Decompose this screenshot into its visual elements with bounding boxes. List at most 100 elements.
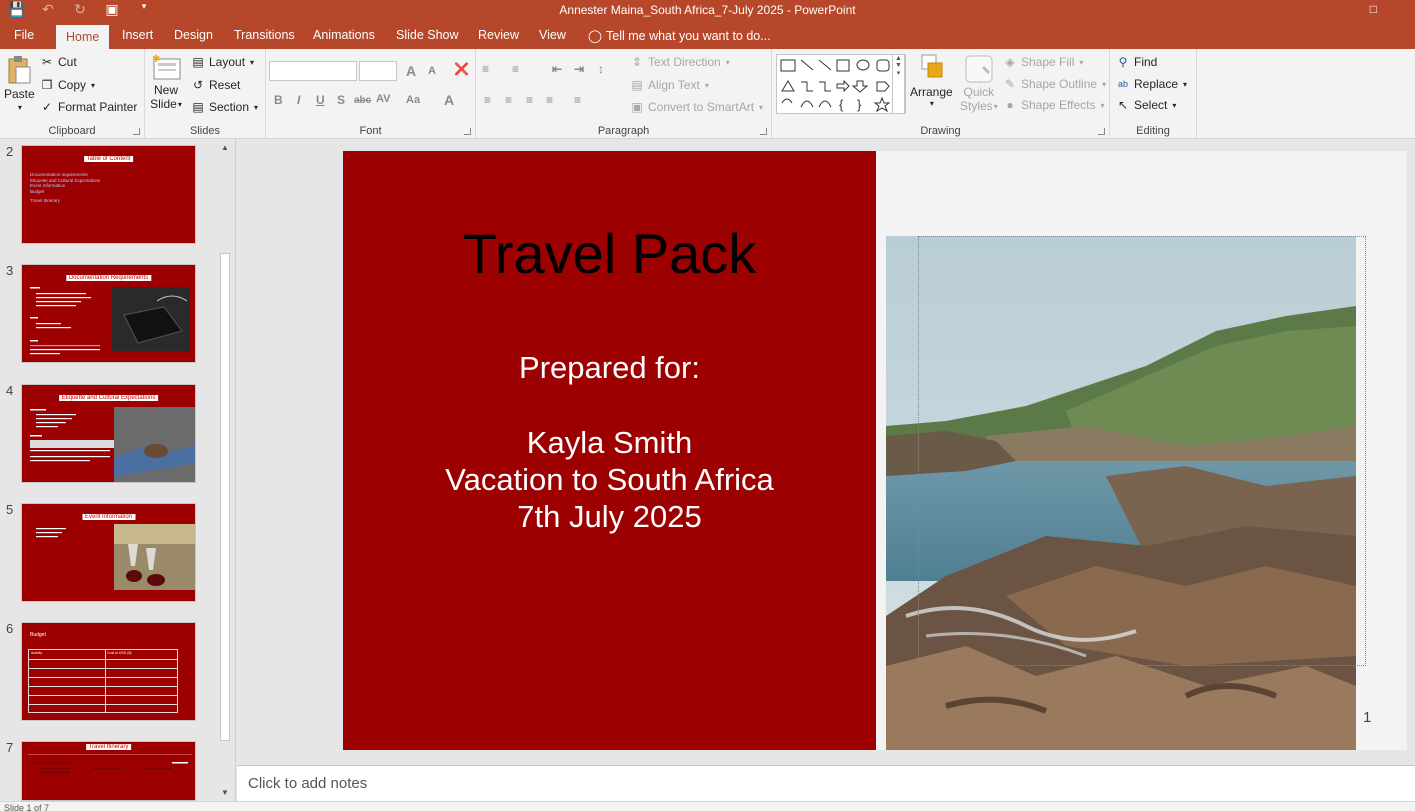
text-shadow-button[interactable]: S	[337, 93, 345, 107]
shape-fill-button[interactable]: ◈ Shape Fill ▾	[1003, 55, 1083, 69]
tab-file[interactable]: File	[14, 28, 34, 42]
copy-button[interactable]: ❐ Copy ▾	[40, 78, 95, 92]
align-left-icon[interactable]: ≡	[484, 93, 491, 107]
italic-button[interactable]: I	[297, 93, 300, 107]
columns-icon[interactable]: ≡	[574, 93, 581, 107]
font-color-button[interactable]: A	[444, 92, 454, 108]
thumbnail-photo-wine	[114, 524, 195, 590]
shapes-gallery-scroll[interactable]: ▲ ▼ ▾	[892, 54, 905, 114]
shape-effects-button[interactable]: ● Shape Effects ▾	[1003, 98, 1104, 112]
thumbnail-slide-4[interactable]: Etiquette and Cultural Expectations	[21, 384, 196, 483]
shape-outline-button[interactable]: ✎ Shape Outline ▾	[1003, 77, 1106, 91]
tab-home[interactable]: Home	[56, 25, 110, 49]
grow-font-button[interactable]: A	[406, 63, 416, 79]
reset-icon: ↺	[192, 78, 204, 92]
new-slide-dropdown-icon: ▾	[177, 99, 182, 109]
thumbnail-budget-table: Activity Cost in USD ($)	[28, 649, 178, 713]
section-dropdown-icon: ▾	[254, 102, 259, 112]
replace-button[interactable]: ab Replace ▾	[1116, 77, 1187, 91]
align-center-icon[interactable]: ≡	[505, 93, 512, 107]
thumbnail-title: Event Information	[81, 514, 136, 520]
font-size-input[interactable]	[359, 61, 397, 81]
select-dropdown-icon: ▾	[1172, 100, 1177, 110]
tab-slide-show[interactable]: Slide Show	[396, 28, 459, 42]
clipboard-launcher-icon[interactable]	[133, 128, 140, 135]
format-painter-button[interactable]: ✓ Format Painter	[40, 100, 137, 114]
thumbnail-slide-3[interactable]: Documentation Requirements	[21, 264, 196, 363]
scroll-down-icon[interactable]: ▼	[220, 788, 230, 798]
prepared-for-text[interactable]: Prepared for:	[343, 349, 876, 386]
thumbnail-toc-item: Travel Itinerary	[30, 198, 60, 203]
smartart-icon: ▣	[631, 100, 643, 114]
svg-text:}: }	[857, 97, 862, 112]
numbering-icon[interactable]: ≡	[512, 62, 519, 76]
shapes-gallery[interactable]: { }	[776, 54, 906, 114]
decrease-indent-icon[interactable]: ⇤	[552, 62, 562, 76]
tell-me-search[interactable]: ◯ Tell me what you want to do...	[588, 28, 771, 44]
tab-transitions[interactable]: Transitions	[234, 28, 295, 42]
recipient-name[interactable]: Kayla Smith	[343, 424, 876, 461]
scroll-up-icon[interactable]: ▲	[220, 143, 230, 153]
clipboard-group-label: Clipboard	[48, 125, 96, 137]
trip-description[interactable]: Vacation to South Africa	[343, 461, 876, 498]
thumbnail-slide-6[interactable]: Budget Activity Cost in USD ($)	[21, 622, 196, 721]
notes-placeholder: Click to add notes	[248, 775, 368, 792]
thumbnail-slide-5[interactable]: Event Information	[21, 503, 196, 602]
tab-design[interactable]: Design	[174, 28, 213, 42]
section-button[interactable]: ▤ Section ▾	[191, 100, 258, 114]
select-button[interactable]: ↖ Select ▾	[1116, 98, 1176, 112]
bold-button[interactable]: B	[274, 93, 283, 107]
ribbon-display-options-icon[interactable]: □	[1370, 2, 1377, 16]
scrollbar-thumb[interactable]	[220, 253, 230, 741]
editing-group-label: Editing	[1136, 125, 1170, 137]
thumbnail-text-lines	[30, 409, 114, 462]
status-bar: Slide 1 of 7	[0, 801, 1415, 811]
align-right-icon[interactable]: ≡	[526, 93, 533, 107]
strikethrough-button[interactable]: abc	[354, 95, 371, 106]
thumbnail-text-lines	[34, 762, 188, 774]
change-case-button[interactable]: Aa	[406, 94, 420, 106]
thumbnail-slide-2[interactable]: Table of Content Documentation requireme…	[21, 145, 196, 244]
notes-pane[interactable]: Click to add notes	[237, 765, 1415, 801]
window-title: Annester Maina_South Africa_7-July 2025 …	[559, 3, 856, 17]
find-button[interactable]: ⚲ Find	[1116, 55, 1158, 69]
tab-view[interactable]: View	[539, 28, 566, 42]
line-spacing-icon[interactable]: ↕	[598, 62, 604, 76]
align-text-button[interactable]: ▤ Align Text ▾	[630, 78, 709, 92]
paragraph-launcher-icon[interactable]	[760, 128, 767, 135]
clipboard-group: Paste ▾ ✂ Cut ❐ Copy ▾ ✓ Format Painter Clip…	[0, 49, 145, 139]
bullets-icon[interactable]: ≡	[482, 62, 489, 76]
thumbnail-text-lines	[36, 528, 66, 538]
clear-formatting-icon[interactable]: ❌	[454, 62, 469, 76]
font-launcher-icon[interactable]	[464, 128, 471, 135]
new-slide-button[interactable]: ✱ New Slide ▾	[150, 53, 182, 111]
justify-icon[interactable]: ≡	[546, 93, 553, 107]
layout-button[interactable]: ▤ Layout ▾	[191, 55, 254, 69]
shrink-font-button[interactable]: A	[428, 65, 436, 77]
text-direction-button[interactable]: ⇕ Text Direction ▾	[630, 55, 730, 69]
reset-button[interactable]: ↺ Reset	[191, 78, 240, 92]
convert-smartart-button[interactable]: ▣ Convert to SmartArt ▾	[630, 100, 763, 114]
arrange-button[interactable]: Arrange ▾	[910, 53, 953, 108]
layout-icon: ▤	[192, 55, 204, 69]
paintbrush-icon: ✓	[41, 100, 53, 114]
paste-button[interactable]: Paste ▾	[4, 55, 35, 112]
tab-animations[interactable]: Animations	[313, 28, 375, 42]
quick-styles-button[interactable]: Quick Styles ▾	[960, 53, 998, 113]
trip-date[interactable]: 7th July 2025	[343, 498, 876, 535]
underline-button[interactable]: U	[316, 93, 325, 107]
font-name-input[interactable]	[269, 61, 357, 81]
tab-insert[interactable]: Insert	[122, 28, 153, 42]
thumbnail-title: Documentation Requirements	[65, 275, 152, 281]
current-slide[interactable]: Travel Pack Prepared for: Kayla Smith Va…	[343, 151, 1407, 750]
drawing-launcher-icon[interactable]	[1098, 128, 1105, 135]
thumbnail-slide-7[interactable]: Travel Itinerary	[21, 741, 196, 801]
slide-title[interactable]: Travel Pack	[343, 221, 876, 286]
cut-button[interactable]: ✂ Cut	[40, 55, 77, 69]
tab-review[interactable]: Review	[478, 28, 519, 42]
slide-count: Slide 1 of 7	[4, 803, 50, 811]
increase-indent-icon[interactable]: ⇥	[574, 62, 584, 76]
character-spacing-button[interactable]: AV	[376, 93, 390, 105]
layout-dropdown-icon: ▾	[250, 57, 255, 67]
thumbnails-scrollbar[interactable]: ▲ ▼	[218, 141, 232, 801]
